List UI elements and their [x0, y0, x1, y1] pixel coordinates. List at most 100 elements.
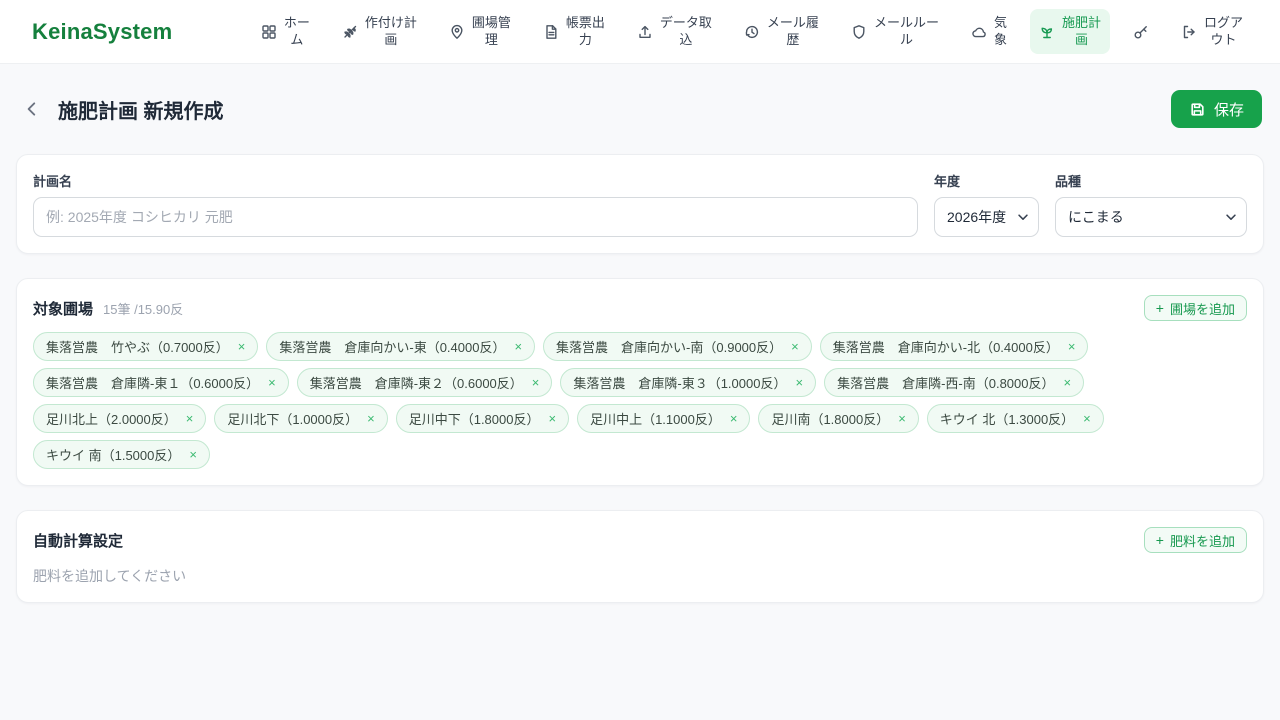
- nav-item-label: 圃場管 理: [471, 14, 511, 47]
- sprout-icon: [1039, 24, 1055, 40]
- field-tag: 集落営農 倉庫隣-西-南（0.8000反） ×: [824, 368, 1085, 397]
- field-tag: 集落営農 倉庫隣-東２（0.6000反） ×: [296, 368, 553, 397]
- field-tag-label: 集落営農 倉庫隣-東３（1.0000反）: [573, 376, 787, 391]
- nav-item-label: ホー ム: [283, 14, 310, 47]
- remove-field-icon[interactable]: ×: [189, 447, 197, 462]
- nav-item-label: 気 象: [993, 14, 1007, 47]
- nav-item-logout[interactable]: ログア ウト: [1172, 9, 1252, 55]
- upload-icon: [637, 24, 653, 40]
- field-tag-label: 足川中上（1.1000反）: [590, 412, 721, 427]
- nav-item-fertilization-plan[interactable]: 施肥計 画: [1029, 8, 1110, 55]
- field-tag-label: 集落営農 倉庫隣-西-南（0.8000反）: [837, 376, 1055, 391]
- field-tag: 集落営農 倉庫向かい-東（0.4000反） ×: [266, 332, 536, 361]
- target-fields-card: 対象圃場 15筆 /15.90反 + 圃場を追加 集落営農 竹やぶ（0.7000…: [16, 278, 1264, 486]
- year-label: 年度: [934, 174, 961, 189]
- wheat-icon: [342, 24, 358, 40]
- save-button[interactable]: 保存: [1170, 90, 1262, 128]
- plan-meta-card: 計画名 年度 2026年度 品種 にこまる: [16, 154, 1264, 254]
- variety-label: 品種: [1055, 174, 1082, 189]
- cloud-icon: [971, 24, 987, 40]
- app-logo: KeinaSystem: [32, 18, 173, 44]
- remove-field-icon[interactable]: ×: [532, 375, 540, 390]
- field-tag: 足川南（1.8000反） ×: [758, 404, 919, 433]
- field-tag-label: 集落営農 倉庫向かい-南（0.9000反）: [556, 340, 783, 355]
- remove-field-icon[interactable]: ×: [1068, 339, 1076, 354]
- page-title: 施肥計画 新規作成: [58, 100, 224, 123]
- field-tag-label: 集落営農 倉庫向かい-東（0.4000反）: [279, 340, 506, 355]
- remove-field-icon[interactable]: ×: [514, 339, 522, 354]
- remove-field-icon[interactable]: ×: [791, 339, 799, 354]
- history-icon: [744, 24, 760, 40]
- field-tag: キウイ 南（1.5000反） ×: [33, 440, 210, 469]
- remove-field-icon[interactable]: ×: [795, 375, 803, 390]
- field-tag-label: 足川南（1.8000反）: [771, 412, 890, 427]
- remove-field-icon[interactable]: ×: [268, 375, 276, 390]
- field-tag: 集落営農 倉庫隣-東３（1.0000反） ×: [560, 368, 817, 397]
- field-tag-label: 集落営農 倉庫隣-東２（0.6000反）: [309, 376, 523, 391]
- field-tag: 集落営農 倉庫向かい-南（0.9000反） ×: [543, 332, 812, 361]
- plan-name-label: 計画名: [33, 174, 73, 189]
- field-tag: キウイ 北（1.3000反） ×: [926, 404, 1104, 433]
- nav-item-report-output[interactable]: 帳票出 力: [534, 9, 614, 55]
- nav-item-data-import[interactable]: データ取 込: [628, 9, 721, 55]
- chevron-left-icon: [23, 100, 41, 118]
- add-fertilizer-button[interactable]: + 肥料を追加: [1143, 527, 1247, 553]
- field-tag-label: 集落営農 倉庫隣-東１（0.6000反）: [46, 376, 260, 391]
- key-icon: [1133, 24, 1149, 40]
- page-header: 施肥計画 新規作成 保存: [16, 90, 1264, 128]
- fertilizer-empty-message: 肥料を追加してください: [33, 568, 187, 584]
- add-fertilizer-button-label: 肥料を追加: [1169, 533, 1235, 549]
- remove-field-icon[interactable]: ×: [548, 411, 556, 426]
- field-tag-label: 足川北上（2.0000反）: [46, 412, 177, 427]
- field-tag-label: 足川中下（1.8000反）: [408, 412, 540, 427]
- save-icon: [1189, 101, 1206, 118]
- field-tag: 集落営農 倉庫隣-東１（0.6000反） ×: [33, 368, 289, 397]
- target-fields-title: 対象圃場: [33, 300, 94, 318]
- nav-item-label: 帳票出 力: [565, 14, 605, 47]
- auto-calc-card: 自動計算設定 + 肥料を追加 肥料を追加してください: [16, 510, 1264, 603]
- nav-item-planting-plan[interactable]: 作付け計 画: [333, 9, 426, 55]
- nav-item-label: メールルー ル: [873, 14, 939, 47]
- nav-item-field-management[interactable]: 圃場管 理: [440, 9, 520, 55]
- field-tags: 集落営農 竹やぶ（0.7000反） × 集落営農 倉庫向かい-東（0.4000反） ×…: [33, 332, 1247, 469]
- remove-field-icon[interactable]: ×: [367, 411, 375, 426]
- remove-field-icon[interactable]: ×: [898, 411, 906, 426]
- nav-item-label: 施肥計 画: [1061, 14, 1101, 47]
- plan-name-input[interactable]: [33, 197, 918, 237]
- add-field-button[interactable]: + 圃場を追加: [1143, 295, 1247, 321]
- nav-item-label: メール履 歴: [766, 14, 819, 47]
- document-icon: [543, 24, 559, 40]
- nav-item-label: ログア ウト: [1203, 14, 1243, 47]
- plus-icon: +: [1155, 300, 1164, 316]
- field-tag: 足川中下（1.8000反） ×: [395, 404, 570, 433]
- field-tag: 足川北下（1.0000反） ×: [214, 404, 388, 433]
- remove-field-icon[interactable]: ×: [238, 339, 246, 354]
- field-tag: 足川中上（1.1000反） ×: [577, 404, 751, 433]
- remove-field-icon[interactable]: ×: [730, 411, 738, 426]
- field-tag: 集落営農 竹やぶ（0.7000反） ×: [33, 332, 259, 361]
- remove-field-icon[interactable]: ×: [1083, 411, 1091, 426]
- field-tag-label: 集落営農 倉庫向かい-北（0.4000反）: [832, 340, 1059, 355]
- remove-field-icon[interactable]: ×: [186, 411, 194, 426]
- main-content: 施肥計画 新規作成 保存 計画名 年度 2026年度: [0, 64, 1280, 603]
- nav-item-label: 作付け計 画: [364, 14, 417, 47]
- remove-field-icon[interactable]: ×: [1063, 375, 1071, 390]
- variety-select[interactable]: にこまる: [1055, 197, 1247, 237]
- nav-item-mail-rules[interactable]: メールルー ル: [842, 9, 948, 55]
- year-field-group: 年度 2026年度: [934, 171, 1039, 237]
- nav-item-weather[interactable]: 気 象: [962, 9, 1016, 55]
- field-tag-label: 集落営農 竹やぶ（0.7000反）: [46, 340, 229, 355]
- year-select[interactable]: 2026年度: [934, 197, 1039, 237]
- nav-item-home[interactable]: ホー ム: [252, 9, 319, 55]
- plan-name-field-group: 計画名: [33, 171, 918, 237]
- field-tag-label: キウイ 北（1.3000反）: [939, 412, 1075, 427]
- auto-calc-title: 自動計算設定: [33, 532, 124, 550]
- field-tag-label: 足川北下（1.0000反）: [227, 412, 359, 427]
- field-tag: 足川北上（2.0000反） ×: [33, 404, 207, 433]
- add-field-button-label: 圃場を追加: [1169, 301, 1235, 317]
- nav-item-mail-history[interactable]: メール履 歴: [735, 9, 828, 55]
- map-pin-icon: [449, 24, 465, 40]
- nav-item-key[interactable]: [1124, 18, 1158, 46]
- back-button[interactable]: [18, 95, 46, 123]
- top-navbar: KeinaSystem ホー ム 作付け計 画 圃場管 理 帳票出 力 データ取 込 メー…: [0, 0, 1280, 64]
